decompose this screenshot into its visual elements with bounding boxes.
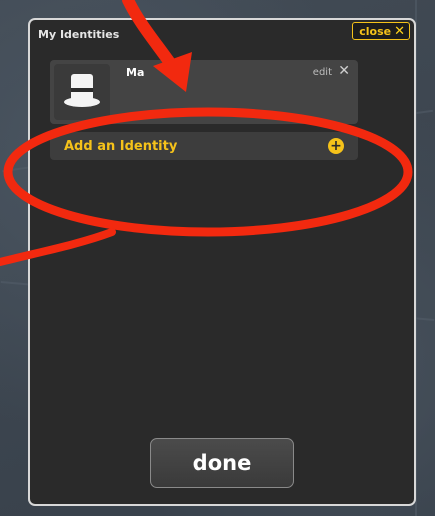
close-x-icon: ✕: [394, 23, 405, 39]
remove-x-icon[interactable]: ✕: [338, 63, 350, 79]
plus-circle-icon: +: [328, 138, 344, 154]
add-identity-label: Add an Identity: [64, 139, 178, 154]
close-button[interactable]: close ✕: [352, 22, 410, 40]
identities-panel: My Identities close ✕ Ma edit ✕ Add an I…: [28, 18, 416, 506]
identity-card[interactable]: Ma edit ✕: [50, 60, 358, 124]
close-label: close: [359, 24, 392, 38]
add-identity-button[interactable]: Add an Identity +: [50, 132, 358, 160]
identity-name: Ma: [126, 66, 145, 79]
panel-title: My Identities: [38, 28, 120, 41]
top-hat-icon: [54, 64, 110, 120]
edit-identity-link[interactable]: edit: [313, 67, 332, 78]
done-button[interactable]: done: [150, 438, 294, 488]
